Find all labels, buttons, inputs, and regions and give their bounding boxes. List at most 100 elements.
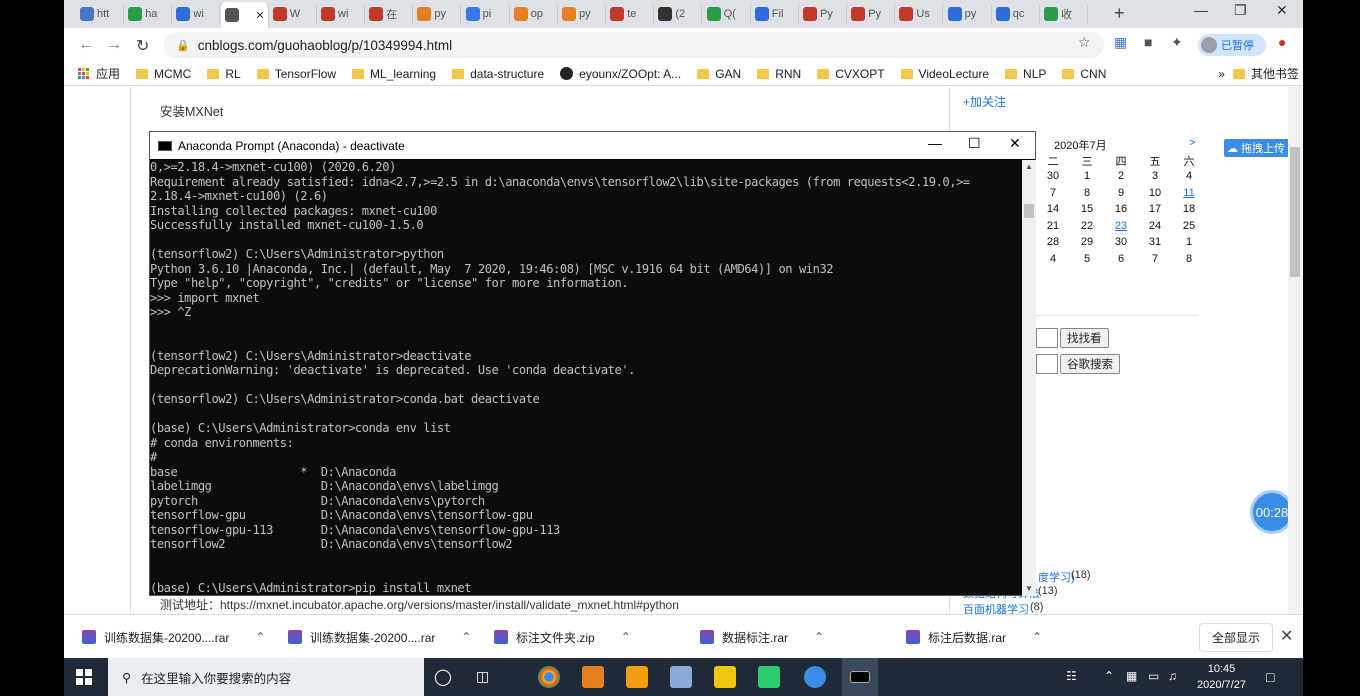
scrollbar-thumb[interactable] — [1290, 147, 1300, 277]
bookmark-item[interactable]: TensorFlow — [256, 67, 336, 81]
reload-icon[interactable]: ↻ — [136, 36, 149, 56]
add-follow-link[interactable]: +加关注 — [963, 93, 1006, 110]
browser-tab[interactable]: te — [606, 4, 655, 24]
bookmark-item[interactable]: eyounx/ZOOpt: A... — [560, 67, 681, 81]
visual-studio-taskbar-icon[interactable] — [670, 666, 692, 688]
tab-close-icon[interactable]: ✕ — [255, 9, 264, 22]
translate-icon[interactable]: ▦ — [1114, 34, 1127, 51]
maximize-icon[interactable]: ❐ — [1234, 2, 1247, 19]
bookmarks-overflow-button[interactable]: » — [1218, 67, 1225, 81]
search-button[interactable]: 找找看 — [1060, 328, 1109, 348]
network-icon[interactable]: ▭ — [1148, 669, 1159, 683]
bookmark-item[interactable]: NLP — [1005, 67, 1046, 81]
search-input[interactable] — [1036, 328, 1058, 348]
cortana-icon[interactable]: ◯ — [434, 667, 452, 687]
browser-tab[interactable]: 收 — [1040, 4, 1088, 24]
file-explorer-taskbar-icon[interactable] — [714, 666, 736, 688]
profile-button[interactable]: 已暂停 — [1198, 34, 1266, 56]
bookmark-item[interactable]: CVXOPT — [817, 67, 885, 81]
browser-tab[interactable]: htt — [76, 4, 124, 24]
browser-tab[interactable]: Us — [895, 4, 944, 24]
matlab-taskbar-icon[interactable] — [582, 666, 604, 688]
browser-tab[interactable]: pi — [462, 4, 510, 24]
calendar-next-month[interactable]: > — [1189, 137, 1195, 149]
scrollbar-thumb[interactable] — [1024, 204, 1034, 218]
download-item[interactable]: 训练数据集-20200....rar ⌃ — [82, 623, 265, 651]
download-item[interactable]: 标注后数据.rar ⌃ — [906, 623, 1042, 651]
browser-tab[interactable]: 在 — [365, 4, 414, 24]
bookmark-item[interactable]: data-structure — [452, 67, 544, 81]
browser-tab[interactable]: Py — [799, 4, 847, 24]
console-scrollbar[interactable]: ▲ ▼ — [1022, 160, 1036, 596]
bookmark-item[interactable]: CNN — [1062, 67, 1106, 81]
close-icon[interactable]: ✕ — [1009, 135, 1021, 152]
pycharm-taskbar-icon[interactable] — [758, 666, 780, 688]
bookmark-item[interactable]: GAN — [697, 67, 741, 81]
browser-tab[interactable]: ✕ — [220, 2, 269, 28]
browser-tab[interactable]: (2 — [654, 4, 703, 24]
browser-tab[interactable]: W — [269, 4, 317, 24]
google-search-button[interactable]: 谷歌搜索 — [1060, 354, 1120, 374]
bookmark-item[interactable]: VideoLecture — [900, 67, 989, 81]
download-item[interactable]: 训练数据集-20200....rar ⌃ — [288, 623, 471, 651]
chevron-up-icon[interactable]: ⌃ — [461, 630, 471, 644]
browser-tab[interactable]: op — [510, 4, 558, 24]
apps-shortcut[interactable]: 应用 — [78, 65, 120, 82]
browser-tab[interactable]: py — [413, 4, 462, 24]
system-clock[interactable]: 10:45 2020/7/27 — [1197, 661, 1246, 693]
browser-tab[interactable]: wi — [172, 4, 221, 24]
browser-tab[interactable]: py — [558, 4, 606, 24]
puzzle-icon[interactable]: ✦ — [1171, 34, 1183, 51]
maximize-icon[interactable]: ☐ — [968, 135, 981, 152]
browser-tab[interactable]: Fil — [751, 4, 799, 24]
bookmark-item[interactable]: MCMC — [136, 67, 191, 81]
download-item[interactable]: 数据标注.rar ⌃ — [700, 623, 824, 651]
console-output[interactable]: 0,>=2.18.4->mxnet-cu100) (2020.6.20) Req… — [150, 160, 1022, 596]
google-search-input[interactable] — [1036, 354, 1058, 374]
browser-tab[interactable]: py — [944, 4, 992, 24]
tray-chevron-icon[interactable]: ⌃ — [1104, 669, 1114, 683]
task-view-icon[interactable]: ◫ — [476, 668, 489, 685]
browser-tab[interactable]: Py — [847, 4, 896, 24]
close-icon[interactable]: ✕ — [1280, 626, 1293, 646]
browser-tab[interactable]: Q( — [703, 4, 751, 24]
bookmark-item[interactable]: ML_learning — [352, 67, 436, 81]
address-bar[interactable]: 🔒 cnblogs.com/guohaoblog/p/10349994.html — [164, 32, 1104, 58]
page-scrollbar[interactable] — [1288, 87, 1302, 614]
calendar-day-link[interactable]: 23 — [1104, 220, 1138, 232]
browser-tab[interactable]: qc — [992, 4, 1040, 24]
ime-icon[interactable]: ☷ — [1066, 669, 1077, 683]
minimize-icon[interactable]: — — [928, 135, 942, 151]
back-icon[interactable]: ← — [78, 36, 94, 54]
scroll-down-icon[interactable]: ▼ — [1025, 584, 1033, 593]
tray-app-icon[interactable]: ▦ — [1126, 669, 1137, 683]
anaconda-prompt-window[interactable]: Anaconda Prompt (Anaconda) - deactivate … — [149, 131, 1036, 596]
new-tab-button[interactable]: + — [1114, 3, 1125, 24]
download-item[interactable]: 标注文件夹.zip ⌃ — [494, 623, 631, 651]
forward-icon[interactable]: → — [106, 36, 122, 54]
notification-icon[interactable]: □ — [1266, 669, 1274, 685]
bookmark-item[interactable]: RNN — [757, 67, 801, 81]
calendar-day-link[interactable]: 11 — [1172, 187, 1206, 199]
chevron-up-icon[interactable]: ⌃ — [814, 630, 824, 644]
close-icon[interactable]: ✕ — [1276, 2, 1288, 19]
chevron-up-icon[interactable]: ⌃ — [255, 630, 265, 644]
scroll-up-icon[interactable]: ▲ — [1025, 162, 1033, 171]
other-bookmarks[interactable]: 其他书签 — [1232, 65, 1299, 82]
baidu-netdisk-taskbar-icon[interactable] — [804, 666, 826, 688]
taskbar-search-box[interactable]: ⚲ 在这里输入你要搜索的内容 — [108, 658, 424, 696]
browser-tab[interactable]: wi — [317, 4, 365, 24]
console-title-bar[interactable]: Anaconda Prompt (Anaconda) - deactivate — [150, 132, 1035, 159]
search-tool-taskbar-icon[interactable] — [626, 666, 648, 688]
minimize-icon[interactable]: — — [1194, 2, 1208, 18]
bookmark-item[interactable]: RL — [207, 67, 241, 81]
update-icon[interactable]: ● — [1278, 34, 1286, 50]
bookmark-star-icon[interactable]: ☆ — [1078, 34, 1091, 51]
chrome-taskbar-icon[interactable] — [538, 666, 560, 688]
windows-start-icon[interactable] — [76, 669, 92, 685]
show-all-downloads-button[interactable]: 全部显示 — [1199, 623, 1274, 652]
volume-icon[interactable]: ♫ — [1168, 669, 1177, 683]
browser-tab[interactable]: ha — [124, 4, 173, 24]
category-link-deep-learning[interactable]: 度学习) — [1038, 569, 1075, 585]
extension-icon[interactable]: ■ — [1144, 34, 1152, 50]
